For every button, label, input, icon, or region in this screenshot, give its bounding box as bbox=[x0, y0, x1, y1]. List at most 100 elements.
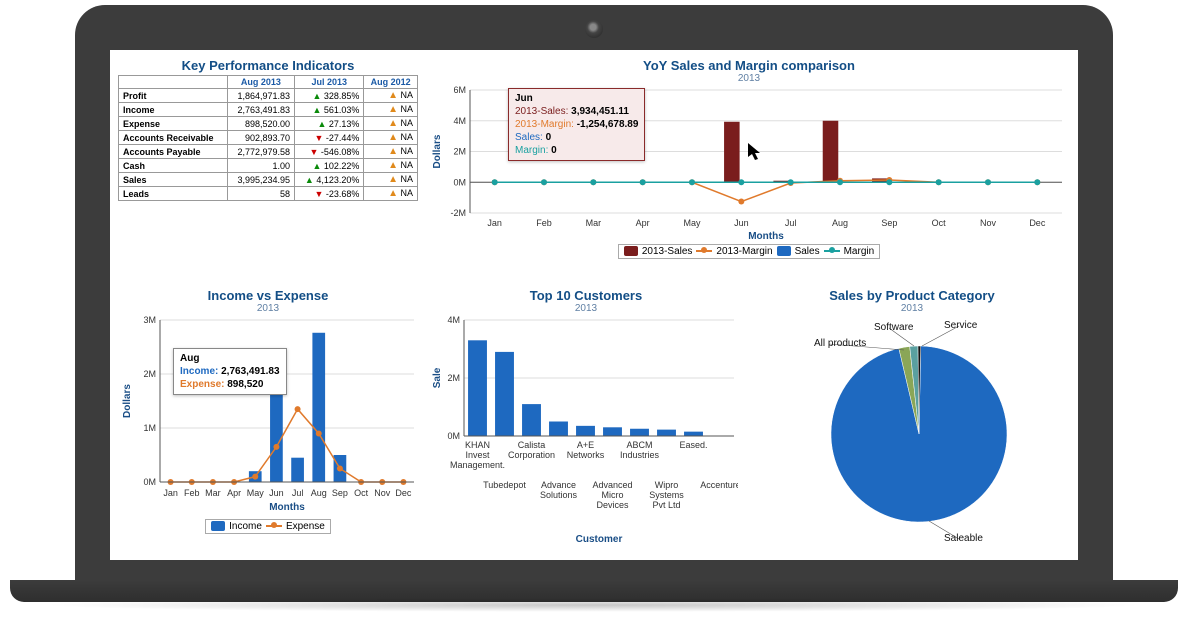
svg-text:Jan: Jan bbox=[163, 488, 178, 498]
svg-text:Sep: Sep bbox=[881, 218, 897, 228]
svg-text:Mar: Mar bbox=[205, 488, 221, 498]
svg-text:Dec: Dec bbox=[1029, 218, 1046, 228]
svg-text:CalistaCorporation: CalistaCorporation bbox=[508, 440, 555, 460]
yoy-tt-sales-val: 3,934,451.11 bbox=[571, 106, 629, 117]
ive-legend-income: Income bbox=[229, 521, 262, 532]
svg-text:Feb: Feb bbox=[184, 488, 200, 498]
svg-text:A+ENetworks: A+ENetworks bbox=[567, 440, 605, 460]
kpi-panel: Key Performance Indicators Aug 2013 Jul … bbox=[118, 58, 418, 278]
ive-title: Income vs Expense bbox=[118, 288, 418, 303]
pie-title: Sales by Product Category bbox=[754, 288, 1070, 303]
laptop-frame: Key Performance Indicators Aug 2013 Jul … bbox=[0, 0, 1188, 620]
table-row: Accounts Payable2,772,979.58▼ -546.08%▲ … bbox=[119, 145, 418, 159]
svg-text:Aug: Aug bbox=[311, 488, 327, 498]
yoy-legend-sales: 2013-Sales bbox=[642, 246, 693, 257]
svg-text:Tubedepot: Tubedepot bbox=[483, 480, 526, 490]
svg-text:Service: Service bbox=[944, 320, 978, 331]
ive-panel: Income vs Expense 2013 0M 1M 2M 3M Jan Feb Mar… bbox=[118, 288, 418, 552]
yoy-tt-m2-val: 0 bbox=[551, 145, 557, 156]
svg-text:Jul: Jul bbox=[292, 488, 304, 498]
svg-text:May: May bbox=[247, 488, 265, 498]
svg-text:Nov: Nov bbox=[980, 218, 997, 228]
svg-text:Sep: Sep bbox=[332, 488, 348, 498]
svg-text:Apr: Apr bbox=[636, 218, 650, 228]
ive-tt-exp-label: Expense: bbox=[180, 379, 224, 390]
top10-chart[interactable]: 0M 2M 4M KHANInvestManagement. Tubedepot Cali… bbox=[428, 316, 738, 546]
yoy-tooltip-month: Jun bbox=[515, 92, 638, 105]
top10-panel: Top 10 Customers 2013 0M2M4MKHANInvestMa… bbox=[428, 288, 744, 552]
top10-subtitle: 2013 bbox=[428, 303, 744, 314]
laptop-bezel: Key Performance Indicators Aug 2013 Jul … bbox=[75, 5, 1113, 585]
svg-text:0M: 0M bbox=[143, 477, 156, 487]
table-row: Sales3,995,234.95▲ 4,123.20%▲ NA bbox=[119, 173, 418, 187]
svg-text:May: May bbox=[683, 218, 701, 228]
svg-text:6M: 6M bbox=[453, 86, 466, 95]
yoy-title: YoY Sales and Margin comparison bbox=[428, 58, 1070, 73]
table-row: Profit1,864,971.83▲ 328.85%▲ NA bbox=[119, 89, 418, 103]
svg-text:4M: 4M bbox=[447, 316, 460, 325]
ive-legend-expense: Expense bbox=[286, 521, 325, 532]
svg-text:Apr: Apr bbox=[227, 488, 241, 498]
svg-text:1M: 1M bbox=[143, 423, 156, 433]
svg-text:Dec: Dec bbox=[395, 488, 412, 498]
svg-text:Jun: Jun bbox=[269, 488, 284, 498]
table-row: Cash1.00▲ 102.22%▲ NA bbox=[119, 159, 418, 173]
svg-text:Aug: Aug bbox=[832, 218, 848, 228]
svg-text:All products: All products bbox=[814, 338, 866, 349]
ive-tt-inc-label: Income: bbox=[180, 366, 218, 377]
svg-text:Feb: Feb bbox=[536, 218, 552, 228]
pie-panel: Sales by Product Category 2013 Service So… bbox=[754, 288, 1070, 552]
kpi-title: Key Performance Indicators bbox=[118, 58, 418, 73]
svg-text:2M: 2M bbox=[453, 147, 466, 157]
cursor-icon bbox=[748, 143, 764, 163]
pie-chart[interactable]: Service Software All products Saleable bbox=[754, 316, 1064, 546]
yoy-tt-s2-val: 0 bbox=[546, 132, 552, 143]
svg-text:Software: Software bbox=[874, 322, 914, 333]
laptop-shadow bbox=[40, 598, 1148, 612]
yoy-tt-sales-label: 2013-Sales: bbox=[515, 106, 568, 117]
ive-legend: Income Expense bbox=[205, 519, 331, 534]
yoy-legend-sales2: Sales bbox=[795, 246, 820, 257]
svg-text:0M: 0M bbox=[447, 431, 460, 441]
svg-text:Oct: Oct bbox=[932, 218, 947, 228]
svg-text:Mar: Mar bbox=[586, 218, 602, 228]
ive-subtitle: 2013 bbox=[118, 303, 418, 314]
svg-text:Months: Months bbox=[269, 502, 305, 513]
svg-text:4M: 4M bbox=[453, 116, 466, 126]
ive-chart[interactable]: 0M 1M 2M 3M Jan Feb Mar Apr May Jun Jul Aug Sep Oct No… bbox=[118, 316, 418, 516]
ive-tt-month: Aug bbox=[180, 352, 280, 365]
ive-tt-inc-val: 2,763,491.83 bbox=[221, 366, 279, 377]
camera-icon bbox=[585, 20, 603, 38]
kpi-col-3: Aug 2012 bbox=[364, 76, 418, 89]
svg-text:Nov: Nov bbox=[374, 488, 391, 498]
svg-text:Accenture: Accenture bbox=[700, 480, 738, 490]
pie-subtitle: 2013 bbox=[754, 303, 1070, 314]
table-row: Expense898,520.00▲ 27.13%▲ NA bbox=[119, 117, 418, 131]
svg-text:Jan: Jan bbox=[487, 218, 502, 228]
svg-text:Dollars: Dollars bbox=[432, 134, 443, 168]
yoy-tt-s2-label: Sales: bbox=[515, 132, 543, 143]
table-row: Leads58▼ -23.68%▲ NA bbox=[119, 187, 418, 201]
ive-tooltip: Aug Income: 2,763,491.83 Expense: 898,52… bbox=[173, 348, 287, 395]
svg-text:KHANInvestManagement.: KHANInvestManagement. bbox=[450, 440, 505, 470]
svg-text:AdvanceSolutions: AdvanceSolutions bbox=[540, 480, 578, 500]
svg-text:2M: 2M bbox=[143, 369, 156, 379]
yoy-legend-margin2: Margin bbox=[844, 246, 875, 257]
svg-text:Dollars: Dollars bbox=[122, 384, 133, 418]
svg-text:Jun: Jun bbox=[734, 218, 749, 228]
svg-text:0M: 0M bbox=[453, 177, 466, 187]
svg-text:Oct: Oct bbox=[354, 488, 369, 498]
svg-text:ABCMIndustries: ABCMIndustries bbox=[620, 440, 660, 460]
svg-text:2M: 2M bbox=[447, 373, 460, 383]
kpi-col-2: Jul 2013 bbox=[295, 76, 364, 89]
svg-text:AdvancedMicroDevices: AdvancedMicroDevices bbox=[592, 480, 632, 510]
svg-text:Saleable: Saleable bbox=[944, 533, 983, 544]
svg-text:WiproSystemsPvt Ltd: WiproSystemsPvt Ltd bbox=[649, 480, 684, 510]
svg-text:3M: 3M bbox=[143, 316, 156, 325]
svg-text:Months: Months bbox=[748, 231, 784, 241]
dashboard-screen: Key Performance Indicators Aug 2013 Jul … bbox=[110, 50, 1078, 560]
yoy-legend: 2013-Sales 2013-Margin Sales Margin bbox=[618, 244, 880, 259]
yoy-legend-margin: 2013-Margin bbox=[716, 246, 772, 257]
kpi-col-1: Aug 2013 bbox=[227, 76, 294, 89]
yoy-tooltip: Jun 2013-Sales: 3,934,451.11 2013-Margin… bbox=[508, 88, 645, 161]
